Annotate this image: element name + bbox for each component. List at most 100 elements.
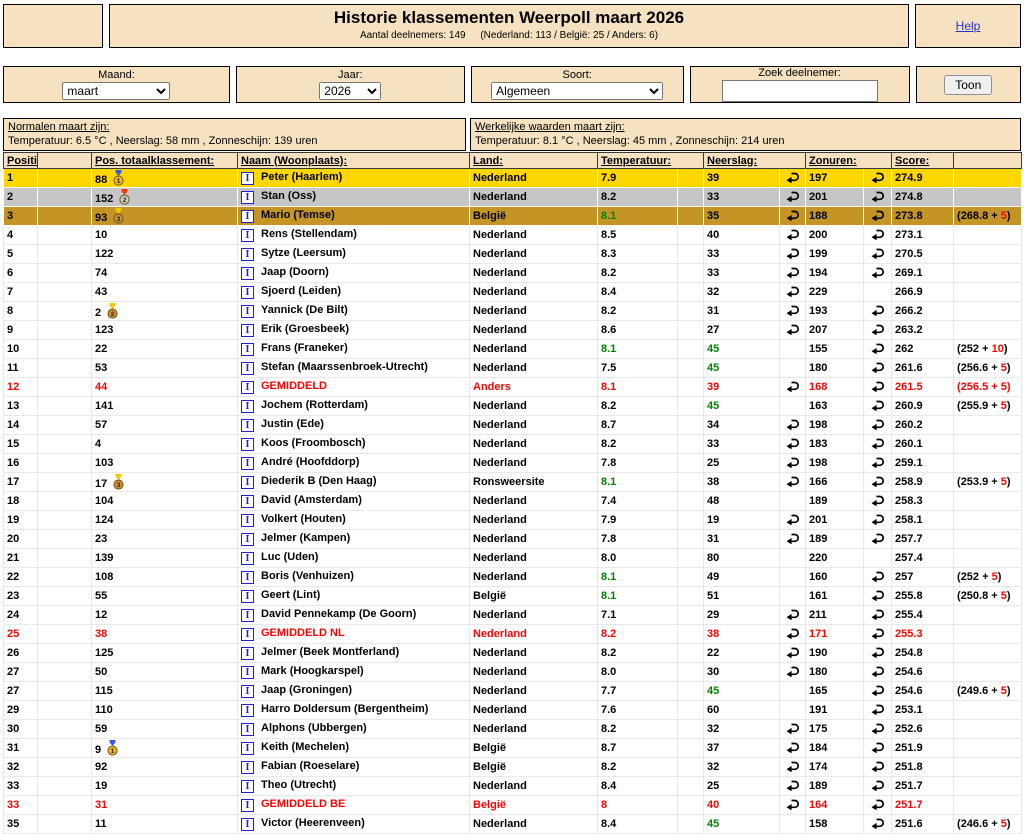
jaar-select[interactable]: 2026 xyxy=(319,82,381,100)
info-icon[interactable]: I xyxy=(241,495,254,508)
info-icon[interactable]: I xyxy=(241,419,254,432)
table-row: 2750IMark (Hoogkarspel)Nederland8.030180… xyxy=(4,663,1022,682)
temperatuur-arrow-cell xyxy=(678,568,704,587)
naam-cell: IGEMIDDELD xyxy=(238,378,470,397)
pos-totaal-cell: 59 xyxy=(92,720,238,739)
info-icon[interactable]: I xyxy=(241,476,254,489)
naam-cell: IJustin (Ede) xyxy=(238,416,470,435)
info-icon[interactable]: I xyxy=(241,286,254,299)
temperatuur-cell: 8.1 xyxy=(598,473,678,492)
neerslag-arrow-cell xyxy=(780,321,806,340)
info-icon[interactable]: I xyxy=(241,457,254,470)
neerslag-arrow-cell xyxy=(780,568,806,587)
score-detail-cell xyxy=(954,644,1022,663)
temperatuur-arrow-cell xyxy=(678,435,704,454)
info-icon[interactable]: I xyxy=(241,628,254,641)
deelnemer-naam: Jelmer (Beek Montferland) xyxy=(261,646,399,658)
info-icon[interactable]: I xyxy=(241,210,254,223)
land-cell: Nederland xyxy=(470,340,598,359)
land-cell: Nederland xyxy=(470,416,598,435)
info-icon[interactable]: I xyxy=(241,438,254,451)
temperatuur-cell: 8.2 xyxy=(598,302,678,321)
zonuren-arrow-cell xyxy=(864,264,892,283)
land-cell: Nederland xyxy=(470,264,598,283)
temperatuur-arrow-cell xyxy=(678,511,704,530)
neerslag-cell: 32 xyxy=(704,720,780,739)
info-icon[interactable]: I xyxy=(241,609,254,622)
naam-header[interactable]: Naam (Woonplaats): xyxy=(238,153,470,169)
info-icon[interactable]: I xyxy=(241,666,254,679)
info-icon[interactable]: I xyxy=(241,172,254,185)
info-icon[interactable]: I xyxy=(241,305,254,318)
info-icon[interactable]: I xyxy=(241,780,254,793)
deelnemer-naam: Jaap (Doorn) xyxy=(261,266,329,278)
zonuren-cell: 174 xyxy=(806,758,864,777)
neerslag-cell: 35 xyxy=(704,207,780,226)
toon-button[interactable]: Toon xyxy=(944,75,992,95)
score-cell: 254.8 xyxy=(892,644,954,663)
soort-select[interactable]: Algemeen xyxy=(491,82,663,100)
info-icon[interactable]: I xyxy=(241,723,254,736)
info-icon[interactable]: I xyxy=(241,400,254,413)
info-icon[interactable]: I xyxy=(241,191,254,204)
info-icon[interactable]: I xyxy=(241,324,254,337)
pos-totaal-header[interactable]: Pos. totaalklassement: xyxy=(92,153,238,169)
neerslag-arrow-cell xyxy=(780,340,806,359)
info-icon[interactable]: I xyxy=(241,381,254,394)
neerslag-cell: 19 xyxy=(704,511,780,530)
land-cell: België xyxy=(470,796,598,815)
info-icon[interactable]: I xyxy=(241,229,254,242)
temperatuur-cell: 7.9 xyxy=(598,169,678,188)
land-header[interactable]: Land: xyxy=(470,153,598,169)
neerslag-header[interactable]: Neerslag: xyxy=(704,153,806,169)
positie-header[interactable]: Positie: xyxy=(4,153,38,169)
info-icon[interactable]: I xyxy=(241,267,254,280)
table-row: 674IJaap (Doorn)Nederland8.233194269.1 xyxy=(4,264,1022,283)
info-icon[interactable]: I xyxy=(241,571,254,584)
revision-arrow-icon xyxy=(871,190,885,202)
zonuren-cell: 198 xyxy=(806,416,864,435)
info-icon[interactable]: I xyxy=(241,514,254,527)
info-icon[interactable]: I xyxy=(241,647,254,660)
naam-cell: IKoos (Froombosch) xyxy=(238,435,470,454)
revision-arrow-icon xyxy=(871,627,885,639)
score-cell: 273.1 xyxy=(892,226,954,245)
info-icon[interactable]: I xyxy=(241,533,254,546)
pos-totaal-cell: 50 xyxy=(92,663,238,682)
naam-cell: IMark (Hoogkarspel) xyxy=(238,663,470,682)
revision-arrow-icon xyxy=(786,437,800,449)
info-icon[interactable]: I xyxy=(241,552,254,565)
revision-arrow-icon xyxy=(871,418,885,430)
maand-select[interactable]: maart xyxy=(62,82,170,100)
info-icon[interactable]: I xyxy=(241,742,254,755)
zonuren-cell: 211 xyxy=(806,606,864,625)
spacer-cell xyxy=(38,397,92,416)
info-icon[interactable]: I xyxy=(241,704,254,717)
info-icon[interactable]: I xyxy=(241,818,254,831)
info-icon[interactable]: I xyxy=(241,343,254,356)
score-detail-cell xyxy=(954,226,1022,245)
score-detail-cell xyxy=(954,511,1022,530)
neerslag-arrow-cell xyxy=(780,549,806,568)
help-link[interactable]: Help xyxy=(956,19,981,33)
deelnemer-naam: Erik (Groesbeek) xyxy=(261,323,349,335)
info-icon[interactable]: I xyxy=(241,590,254,603)
info-icon[interactable]: I xyxy=(241,685,254,698)
neerslag-cell: 29 xyxy=(704,606,780,625)
deelnemer-naam: David (Amsterdam) xyxy=(261,494,362,506)
zoek-deelnemer-input[interactable] xyxy=(722,80,878,102)
score-cell: 274.8 xyxy=(892,188,954,207)
temperatuur-arrow-cell xyxy=(678,416,704,435)
info-icon[interactable]: I xyxy=(241,799,254,812)
info-icon[interactable]: I xyxy=(241,761,254,774)
info-icon[interactable]: I xyxy=(241,248,254,261)
score-cell: 266.2 xyxy=(892,302,954,321)
neerslag-cell: 38 xyxy=(704,625,780,644)
score-header[interactable]: Score: xyxy=(892,153,954,169)
positie-cell: 11 xyxy=(4,359,38,378)
temperatuur-header[interactable]: Temperatuur: xyxy=(598,153,704,169)
zonuren-header[interactable]: Zonuren: xyxy=(806,153,892,169)
zonuren-arrow-cell xyxy=(864,359,892,378)
svg-text:3: 3 xyxy=(117,482,121,489)
info-icon[interactable]: I xyxy=(241,362,254,375)
